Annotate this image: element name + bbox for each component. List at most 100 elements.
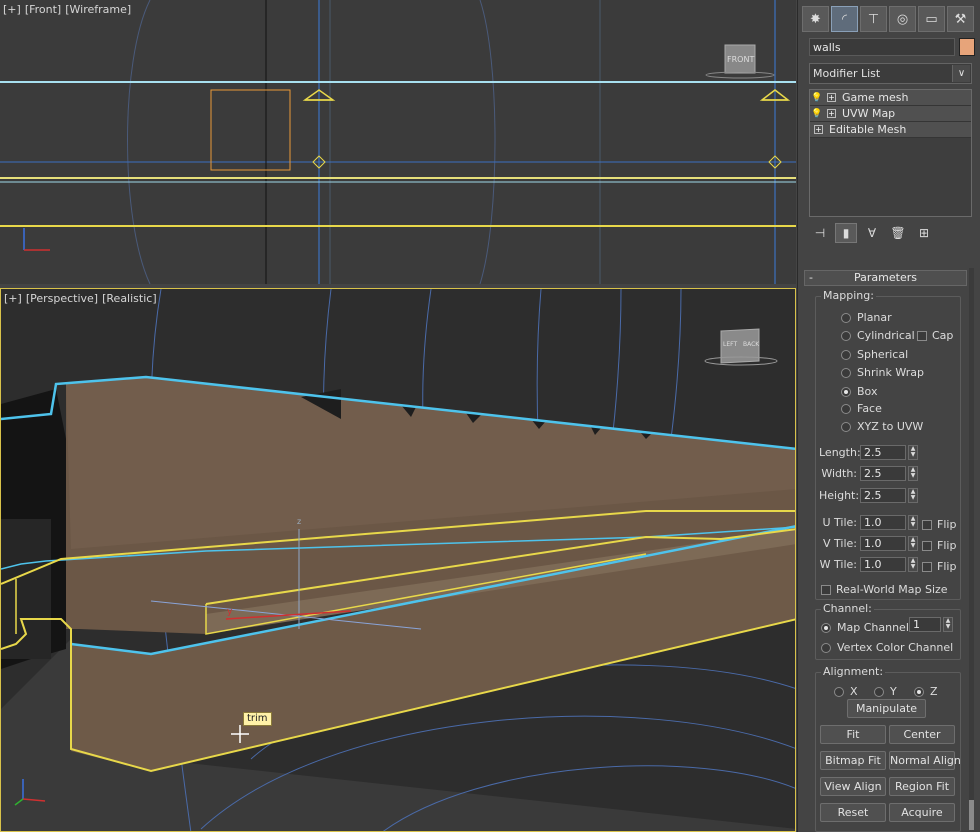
- fit-button[interactable]: Fit: [820, 725, 886, 744]
- parameters-rollout-header[interactable]: - Parameters: [804, 270, 967, 286]
- panel-scrollbar-thumb[interactable]: [969, 800, 974, 830]
- region-fit-button[interactable]: Region Fit: [889, 777, 955, 796]
- spinner-arrows-icon[interactable]: ▲ ▼: [908, 557, 918, 572]
- radio-planar[interactable]: Planar: [841, 311, 892, 324]
- radio-dot[interactable]: [841, 349, 851, 360]
- viewport-view-label[interactable]: [Perspective]: [26, 292, 98, 305]
- display-icon[interactable]: ▭: [918, 6, 945, 32]
- radio-spherical[interactable]: Spherical: [841, 348, 908, 361]
- checkbox-box[interactable]: [922, 519, 932, 530]
- modify-icon[interactable]: ◜: [831, 6, 858, 32]
- spinner-value[interactable]: 1.0: [860, 515, 906, 530]
- spinner-value[interactable]: 2.5: [860, 488, 906, 503]
- viewport-menu-plus[interactable]: [+]: [3, 3, 21, 16]
- acquire-button[interactable]: Acquire: [889, 803, 955, 822]
- viewport-shading-label[interactable]: [Wireframe]: [65, 3, 131, 16]
- radio-dot[interactable]: [841, 367, 851, 378]
- checkbox-box[interactable]: [922, 540, 932, 551]
- reset-button[interactable]: Reset: [820, 803, 886, 822]
- width-spinner[interactable]: Width: 2.5 ▲ ▼: [819, 466, 918, 481]
- viewport-menu-plus[interactable]: [+]: [4, 292, 22, 305]
- center-button[interactable]: Center: [889, 725, 955, 744]
- stack-item-uvw-map[interactable]: 💡 + UVW Map: [810, 106, 971, 122]
- viewport-view-label[interactable]: [Front]: [25, 3, 61, 16]
- object-color-swatch[interactable]: [959, 38, 975, 56]
- viewcube-left-label[interactable]: LEFT: [723, 341, 737, 348]
- spinner-arrows-icon[interactable]: ▲ ▼: [908, 515, 918, 530]
- expand-plus-icon[interactable]: +: [827, 93, 836, 102]
- radio-map-channel[interactable]: Map Channel:: [821, 621, 913, 634]
- spinner-arrows-icon[interactable]: ▲ ▼: [908, 466, 918, 481]
- viewport-shading-label[interactable]: [Realistic]: [102, 292, 157, 305]
- viewcube-front-label[interactable]: FRONT: [727, 55, 754, 64]
- radio-vertex-color-channel[interactable]: Vertex Color Channel: [821, 641, 953, 654]
- front-viewport-label[interactable]: [+] [Front] [Wireframe]: [3, 3, 135, 16]
- object-name-field[interactable]: [809, 38, 955, 56]
- perspective-viewport[interactable]: LEFT BACK z y [+] [Perspective] [Realistic…: [0, 288, 796, 832]
- radio-dot[interactable]: [821, 642, 831, 653]
- v-tile-spinner[interactable]: V Tile: 1.0 ▲ ▼: [819, 536, 918, 551]
- perspective-viewport-label[interactable]: [+] [Perspective] [Realistic]: [4, 292, 161, 305]
- radio-dot[interactable]: [834, 686, 844, 697]
- radio-cylindrical[interactable]: Cylindrical: [841, 329, 915, 342]
- create-icon[interactable]: ✸: [802, 6, 829, 32]
- view-align-button[interactable]: View Align: [820, 777, 886, 796]
- utilities-icon[interactable]: ⚒: [947, 6, 974, 32]
- lightbulb-icon[interactable]: 💡: [810, 93, 824, 103]
- radio-dot[interactable]: [874, 686, 884, 697]
- spinner-value[interactable]: 1.0: [860, 536, 906, 551]
- viewcube-back-label[interactable]: BACK: [743, 341, 759, 348]
- motion-icon[interactable]: ◎: [889, 6, 916, 32]
- show-end-result-icon[interactable]: ▮: [835, 223, 857, 243]
- radio-dot[interactable]: [841, 330, 851, 341]
- modifier-list-dropdown[interactable]: Modifier List ∨: [809, 63, 972, 84]
- front-viewport[interactable]: FRONT [+] [Front] [Wireframe]: [0, 0, 796, 284]
- spinner-value[interactable]: 2.5: [860, 445, 906, 460]
- checkbox-box[interactable]: [922, 561, 932, 572]
- radio-dot[interactable]: [821, 622, 831, 633]
- spinner-value[interactable]: 1.0: [860, 557, 906, 572]
- spinner-value[interactable]: 2.5: [860, 466, 906, 481]
- checkbox-box[interactable]: [917, 330, 927, 341]
- chevron-down-icon[interactable]: ∨: [952, 65, 970, 82]
- w-tile-spinner[interactable]: W Tile: 1.0 ▲ ▼: [819, 557, 918, 572]
- radio-dot[interactable]: [841, 312, 851, 323]
- radio-dot[interactable]: [914, 686, 924, 697]
- checkbox-box[interactable]: [821, 584, 831, 595]
- real-world-map-size-checkbox[interactable]: Real-World Map Size: [821, 583, 948, 596]
- stack-item-editable-mesh[interactable]: + Editable Mesh: [810, 122, 971, 138]
- stack-item-game-mesh[interactable]: 💡 + Game mesh: [810, 90, 971, 106]
- height-spinner[interactable]: Height: 2.5 ▲ ▼: [819, 488, 918, 503]
- spinner-value[interactable]: 1: [909, 617, 941, 632]
- expand-plus-icon[interactable]: +: [827, 109, 836, 118]
- radio-align-z[interactable]: Z: [914, 685, 938, 698]
- radio-align-x[interactable]: X: [834, 685, 858, 698]
- u-tile-spinner[interactable]: U Tile: 1.0 ▲ ▼: [819, 515, 918, 530]
- radio-shrink-wrap[interactable]: Shrink Wrap: [841, 366, 924, 379]
- spinner-arrows-icon[interactable]: ▲ ▼: [943, 617, 953, 632]
- radio-face[interactable]: Face: [841, 402, 882, 415]
- map-channel-spinner[interactable]: 1 ▲ ▼: [906, 617, 953, 632]
- radio-box[interactable]: Box: [841, 385, 877, 398]
- spinner-arrows-icon[interactable]: ▲ ▼: [908, 536, 918, 551]
- radio-align-y[interactable]: Y: [874, 685, 897, 698]
- remove-modifier-icon[interactable]: 🗑: [887, 223, 909, 243]
- u-flip-checkbox[interactable]: Flip: [922, 518, 956, 531]
- radio-dot[interactable]: [841, 421, 851, 432]
- panel-scrollbar[interactable]: [969, 268, 974, 828]
- expand-plus-icon[interactable]: +: [814, 125, 823, 134]
- manipulate-button[interactable]: Manipulate: [847, 699, 926, 718]
- w-flip-checkbox[interactable]: Flip: [922, 560, 956, 573]
- collapse-icon[interactable]: -: [809, 271, 813, 285]
- hierarchy-icon[interactable]: ⊤: [860, 6, 887, 32]
- normal-align-button[interactable]: Normal Align: [889, 751, 961, 770]
- lightbulb-icon[interactable]: 💡: [810, 109, 824, 119]
- configure-modifier-sets-icon[interactable]: ⊞: [913, 223, 935, 243]
- pin-stack-icon[interactable]: ⊣: [809, 223, 831, 243]
- radio-xyz-to-uvw[interactable]: XYZ to UVW: [841, 420, 923, 433]
- length-spinner[interactable]: Length: 2.5 ▲ ▼: [819, 445, 918, 460]
- spinner-arrows-icon[interactable]: ▲ ▼: [908, 488, 918, 503]
- spinner-arrows-icon[interactable]: ▲ ▼: [908, 445, 918, 460]
- v-flip-checkbox[interactable]: Flip: [922, 539, 956, 552]
- radio-dot[interactable]: [841, 386, 851, 397]
